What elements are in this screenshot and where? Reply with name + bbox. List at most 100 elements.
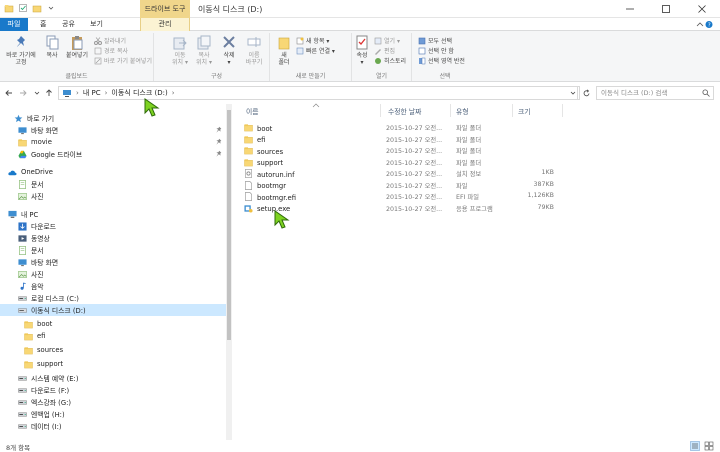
file-name-cell: efi bbox=[244, 135, 265, 146]
delete-button[interactable]: 삭제 ▾ bbox=[218, 35, 240, 66]
folder-icon bbox=[18, 138, 27, 147]
file-row[interactable]: efi 2015-10-27 오전... 파일 폴더 bbox=[240, 134, 540, 145]
recent-locations-button[interactable] bbox=[32, 87, 42, 99]
sidebar-item[interactable]: 다운로드 bbox=[0, 220, 226, 232]
sidebar-item[interactable]: Google 드라이브 bbox=[0, 148, 226, 160]
tab-file[interactable]: 파일 bbox=[0, 18, 28, 31]
sidebar-item[interactable]: movie bbox=[0, 136, 226, 148]
sidebar-item[interactable]: support bbox=[0, 358, 226, 370]
copy-path-button[interactable]: 경로 복사 bbox=[94, 46, 128, 55]
sidebar-item[interactable]: 동영상 bbox=[0, 232, 226, 244]
sidebar-item[interactable]: 바로 가기 bbox=[0, 112, 226, 124]
file-row[interactable]: autorun.inf 2015-10-27 오전... 설치 정보 1KB bbox=[240, 168, 554, 180]
paste-label: 붙여넣기 bbox=[65, 52, 89, 59]
navigation-scrollbar-thumb[interactable] bbox=[227, 110, 231, 340]
file-row[interactable]: support 2015-10-27 오전... 파일 폴더 bbox=[240, 157, 540, 168]
file-row[interactable]: boot 2015-10-27 오전... 파일 폴더 bbox=[240, 122, 540, 133]
sidebar-item[interactable]: efi bbox=[0, 330, 226, 342]
new-folder-quick-icon[interactable] bbox=[32, 3, 42, 13]
minimize-button[interactable] bbox=[612, 0, 648, 18]
invert-selection-button[interactable]: 선택 영역 반전 bbox=[418, 56, 465, 65]
paste-shortcut-label: 바로 가기 붙여넣기 bbox=[104, 58, 152, 65]
address-history-dropdown[interactable] bbox=[566, 86, 580, 100]
copy-to-label: 복사 위치 ▾ bbox=[196, 52, 212, 66]
paste-shortcut-button[interactable]: 바로 가기 붙여넣기 bbox=[94, 56, 152, 65]
search-input[interactable]: 이동식 디스크 (D:) 검색 bbox=[596, 86, 714, 100]
select-none-button[interactable]: 선택 안 함 bbox=[418, 46, 454, 55]
sidebar-item[interactable]: 다운로드 (F:) bbox=[0, 384, 226, 396]
sidebar-item[interactable]: 음악 bbox=[0, 280, 226, 292]
column-header-size[interactable]: 크기 bbox=[518, 106, 531, 116]
sidebar-item[interactable]: 내 PC bbox=[0, 208, 226, 220]
file-type: 파일 폴더 bbox=[456, 125, 482, 132]
up-button[interactable] bbox=[44, 87, 54, 99]
tab-share[interactable]: 공유 bbox=[56, 18, 81, 31]
pin-quick-access-button[interactable]: 바로 가기에 고정 bbox=[4, 35, 38, 66]
disk-icon bbox=[18, 386, 27, 395]
address-bar[interactable]: › 내 PC › 이동식 디스크 (D:) › bbox=[58, 86, 578, 100]
new-folder-button[interactable]: 새 폴더 bbox=[274, 35, 294, 66]
properties-check-icon[interactable] bbox=[18, 3, 28, 13]
minimize-icon bbox=[626, 8, 634, 10]
sidebar-item[interactable]: sources bbox=[0, 344, 226, 356]
sidebar-item[interactable]: OneDrive bbox=[0, 166, 226, 178]
column-divider[interactable] bbox=[562, 104, 563, 117]
column-header-name[interactable]: 이름 bbox=[246, 106, 259, 116]
refresh-button[interactable] bbox=[580, 86, 592, 100]
copy-label: 복사 bbox=[46, 52, 58, 59]
open-button[interactable]: 열기 ▾ bbox=[374, 36, 400, 45]
column-header-date[interactable]: 수정한 날짜 bbox=[388, 106, 421, 116]
tab-view[interactable]: 보기 bbox=[84, 18, 109, 31]
copy-button[interactable]: 복사 bbox=[42, 35, 62, 59]
large-icons-view-icon[interactable] bbox=[704, 441, 714, 451]
file-name-cell: autorun.inf bbox=[244, 169, 294, 180]
sidebar-item[interactable]: 엑스강좌 (G:) bbox=[0, 396, 226, 408]
file-row[interactable]: sources 2015-10-27 오전... 파일 폴더 bbox=[240, 145, 540, 156]
move-to-button[interactable]: 이동 위치 ▾ bbox=[168, 35, 192, 66]
chevron-down-icon[interactable] bbox=[46, 3, 56, 13]
column-divider[interactable] bbox=[450, 104, 451, 117]
sidebar-item-label: 바탕 화면 bbox=[31, 127, 59, 135]
sidebar-item[interactable]: 사진 bbox=[0, 190, 226, 202]
sidebar-item[interactable]: 데이터 (I:) bbox=[0, 420, 226, 432]
properties-button[interactable]: 속성 ▾ bbox=[354, 35, 370, 66]
onedrive-icon bbox=[8, 168, 17, 177]
tab-home[interactable]: 홈 bbox=[34, 18, 52, 31]
sidebar-item[interactable]: 사진 bbox=[0, 268, 226, 280]
back-button[interactable] bbox=[4, 87, 14, 99]
column-header-type[interactable]: 유형 bbox=[456, 106, 469, 116]
sidebar-item[interactable]: 바탕 화면 bbox=[0, 124, 226, 136]
sidebar-item[interactable]: 문서 bbox=[0, 178, 226, 190]
new-item-button[interactable]: 새 항목 ▾ bbox=[296, 36, 329, 45]
tab-manage[interactable]: 관리 bbox=[140, 18, 190, 31]
sidebar-item[interactable]: 엔백업 (H:) bbox=[0, 408, 226, 420]
paste-button[interactable]: 붙여넣기 bbox=[64, 35, 90, 59]
sidebar-item[interactable]: 로컬 디스크 (C:) bbox=[0, 292, 226, 304]
settings-file-icon bbox=[244, 169, 253, 180]
details-view-icon[interactable] bbox=[690, 441, 700, 451]
edit-button[interactable]: 편집 bbox=[374, 46, 395, 55]
removable-drive-icon bbox=[18, 306, 27, 315]
copy-to-button[interactable]: 복사 위치 ▾ bbox=[192, 35, 216, 66]
maximize-button[interactable] bbox=[648, 0, 684, 18]
select-all-button[interactable]: 모두 선택 bbox=[418, 36, 452, 45]
column-divider[interactable] bbox=[512, 104, 513, 117]
easy-access-button[interactable]: 빠른 연결 ▾ bbox=[296, 46, 335, 55]
file-row[interactable]: bootmgr 2015-10-27 오전... 파일 387KB bbox=[240, 180, 554, 191]
sidebar-item[interactable]: 문서 bbox=[0, 244, 226, 256]
sidebar-item[interactable]: 시스템 예약 (E:) bbox=[0, 372, 226, 384]
sidebar-item[interactable]: 이동식 디스크 (D:) bbox=[0, 304, 226, 316]
ribbon-collapse-button[interactable]: ? bbox=[696, 20, 714, 31]
file-date: 2015-10-27 오전... bbox=[386, 125, 443, 132]
file-row[interactable]: bootmgr.efi 2015-10-27 오전... EFI 파일 1,126KB bbox=[240, 191, 554, 202]
close-button[interactable] bbox=[684, 0, 720, 18]
rename-button[interactable]: 이름 바꾸기 bbox=[242, 35, 266, 66]
forward-button[interactable] bbox=[18, 87, 28, 99]
sidebar-item[interactable]: boot bbox=[0, 318, 226, 330]
chevron-down-icon bbox=[34, 91, 40, 95]
breadcrumb-pc[interactable]: 내 PC bbox=[83, 88, 101, 98]
column-divider[interactable] bbox=[380, 104, 381, 117]
cut-button[interactable]: 잘라내기 bbox=[94, 36, 126, 45]
history-button[interactable]: 히스토리 bbox=[374, 56, 406, 65]
sidebar-item[interactable]: 바탕 화면 bbox=[0, 256, 226, 268]
